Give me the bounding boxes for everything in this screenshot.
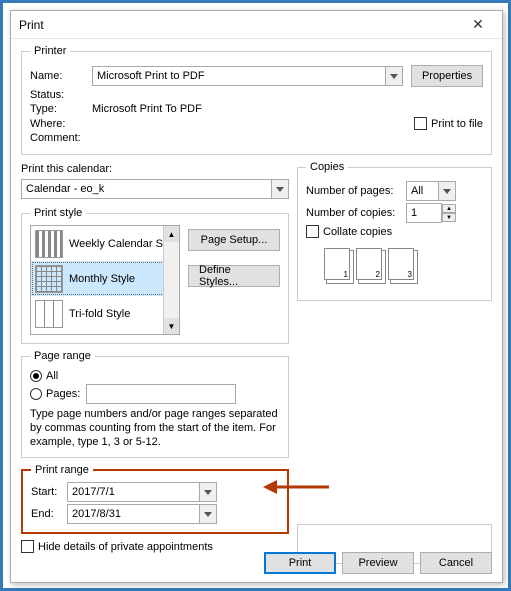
collate-label: Collate copies bbox=[323, 226, 392, 238]
num-pages-label: Number of pages: bbox=[306, 185, 406, 197]
properties-button[interactable]: Properties bbox=[411, 65, 483, 87]
collate-checkbox[interactable] bbox=[306, 225, 319, 238]
pages-label: Pages: bbox=[46, 388, 86, 400]
chevron-down-icon bbox=[199, 505, 216, 523]
hide-private-label: Hide details of private appointments bbox=[38, 541, 213, 553]
print-button[interactable]: Print bbox=[264, 552, 336, 574]
define-styles-button[interactable]: Define Styles... bbox=[188, 265, 280, 287]
num-pages-select[interactable]: All bbox=[406, 181, 456, 201]
preview-button[interactable]: Preview bbox=[342, 552, 414, 574]
printer-name-value: Microsoft Print to PDF bbox=[97, 70, 205, 82]
chevron-down-icon bbox=[271, 180, 288, 198]
all-label: All bbox=[46, 370, 58, 382]
printer-legend: Printer bbox=[30, 45, 70, 57]
comment-label: Comment: bbox=[30, 132, 92, 144]
page-setup-button[interactable]: Page Setup... bbox=[188, 229, 280, 251]
collate-preview: 1 2 3 bbox=[324, 248, 483, 280]
print-to-file-checkbox[interactable] bbox=[414, 117, 427, 130]
list-item[interactable]: Weekly Calendar S bbox=[31, 226, 179, 261]
calendar-value: Calendar - eo_k bbox=[26, 183, 104, 195]
chevron-down-icon bbox=[199, 483, 216, 501]
scroll-down-icon[interactable]: ▼ bbox=[164, 318, 179, 334]
num-copies-input[interactable]: 1 bbox=[406, 203, 442, 223]
scroll-up-icon[interactable]: ▲ bbox=[164, 226, 179, 242]
style-icon bbox=[35, 230, 63, 258]
scrollbar[interactable]: ▲ ▼ bbox=[163, 226, 179, 334]
end-date-value: 2017/8/31 bbox=[72, 508, 121, 520]
type-value: Microsoft Print To PDF bbox=[92, 103, 202, 115]
print-calendar-label: Print this calendar: bbox=[21, 163, 289, 175]
end-label: End: bbox=[31, 508, 67, 520]
calendar-select[interactable]: Calendar - eo_k bbox=[21, 179, 289, 199]
window-title: Print bbox=[19, 18, 462, 32]
page-range-legend: Page range bbox=[30, 350, 95, 362]
list-item[interactable]: Monthly Style bbox=[31, 261, 179, 296]
start-label: Start: bbox=[31, 486, 67, 498]
print-dialog: Print ✕ Printer Name: Microsoft Print to… bbox=[10, 10, 503, 583]
style-icon bbox=[35, 300, 63, 328]
pages-input[interactable] bbox=[86, 384, 236, 404]
name-label: Name: bbox=[30, 70, 92, 82]
print-style-legend: Print style bbox=[30, 207, 86, 219]
end-date-select[interactable]: 2017/8/31 bbox=[67, 504, 217, 524]
page-range-group: Page range All Pages: Type page numbers … bbox=[21, 350, 289, 458]
num-copies-label: Number of copies: bbox=[306, 207, 406, 219]
list-item[interactable]: Tri-fold Style bbox=[31, 296, 179, 331]
copies-spinner[interactable]: ▲▼ bbox=[442, 204, 456, 222]
hide-private-checkbox[interactable] bbox=[21, 540, 34, 553]
copies-group: Copies Number of pages: All Number of co… bbox=[297, 161, 492, 301]
print-to-file-label: Print to file bbox=[431, 118, 483, 130]
print-range-group: Print range Start: 2017/7/1 End: 2017/8/… bbox=[21, 464, 289, 534]
copies-legend: Copies bbox=[306, 161, 348, 173]
print-range-legend: Print range bbox=[31, 464, 93, 476]
start-date-value: 2017/7/1 bbox=[72, 486, 115, 498]
cancel-button[interactable]: Cancel bbox=[420, 552, 492, 574]
page-icon: 2 bbox=[356, 248, 382, 280]
page-icon: 1 bbox=[324, 248, 350, 280]
type-label: Type: bbox=[30, 103, 92, 115]
style-icon bbox=[35, 265, 63, 293]
style-list[interactable]: Weekly Calendar S Monthly Style Tri-fold… bbox=[30, 225, 180, 335]
close-icon[interactable]: ✕ bbox=[462, 16, 494, 33]
page-range-hint: Type page numbers and/or page ranges sep… bbox=[30, 408, 280, 449]
titlebar: Print ✕ bbox=[11, 11, 502, 39]
page-icon: 3 bbox=[388, 248, 414, 280]
printer-name-select[interactable]: Microsoft Print to PDF bbox=[92, 66, 403, 86]
where-label: Where: bbox=[30, 118, 92, 130]
chevron-down-icon bbox=[438, 182, 455, 200]
start-date-select[interactable]: 2017/7/1 bbox=[67, 482, 217, 502]
pages-radio[interactable] bbox=[30, 388, 42, 400]
printer-group: Printer Name: Microsoft Print to PDF Pro… bbox=[21, 45, 492, 155]
all-radio[interactable] bbox=[30, 370, 42, 382]
chevron-down-icon bbox=[385, 67, 402, 85]
status-label: Status: bbox=[30, 89, 92, 101]
print-style-group: Print style Weekly Calendar S Monthly St… bbox=[21, 207, 289, 344]
